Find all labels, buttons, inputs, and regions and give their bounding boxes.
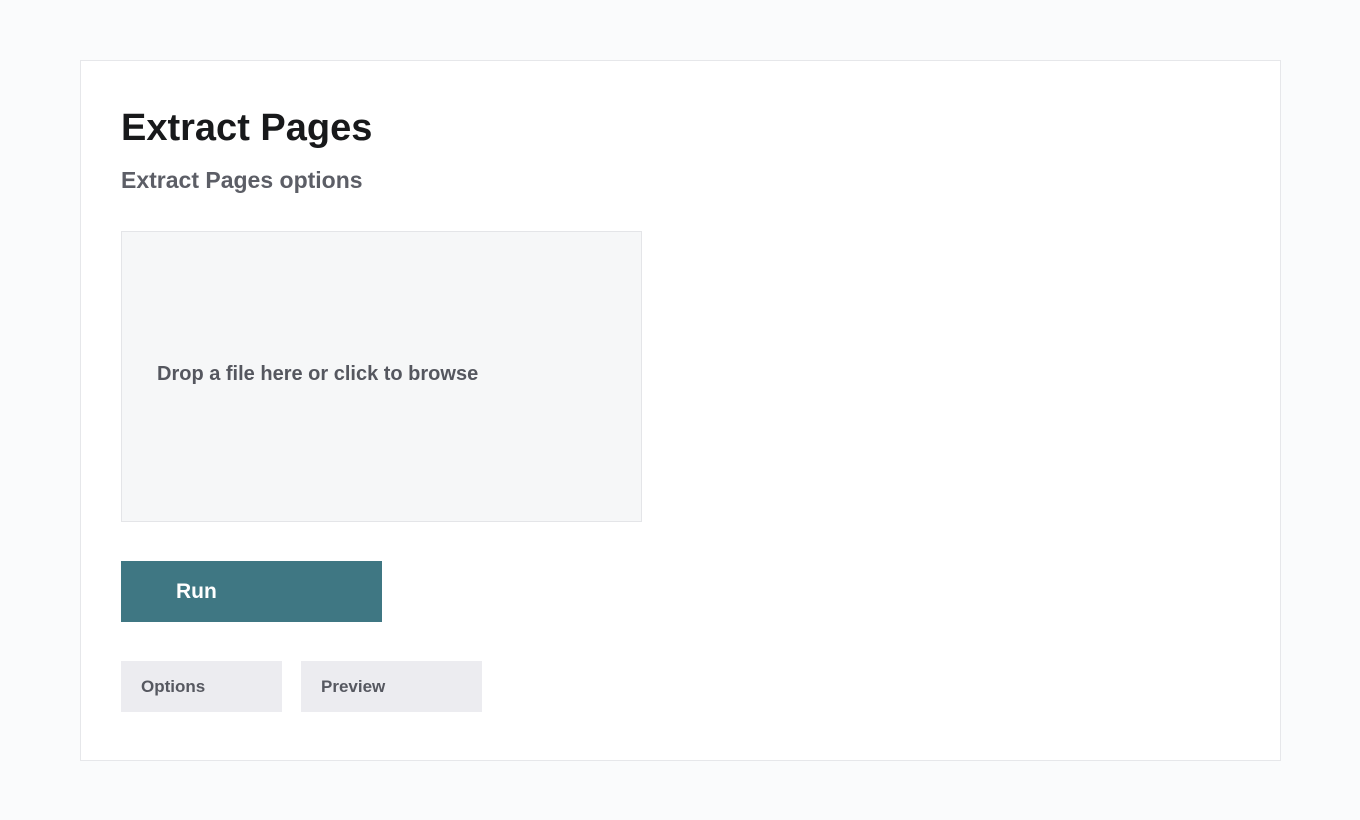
tab-preview[interactable]: Preview [301,661,482,712]
dropzone-prompt: Drop a file here or click to browse [157,363,479,385]
tab-options[interactable]: Options [121,661,282,712]
page-subtitle: Extract Pages options [121,167,363,193]
run-button[interactable]: Run [121,561,382,622]
file-dropzone[interactable]: Drop a file here or click to browse [121,231,642,522]
page-title: Extract Pages [121,107,373,149]
tool-card: Extract Pages Extract Pages options Drop… [80,60,1281,761]
